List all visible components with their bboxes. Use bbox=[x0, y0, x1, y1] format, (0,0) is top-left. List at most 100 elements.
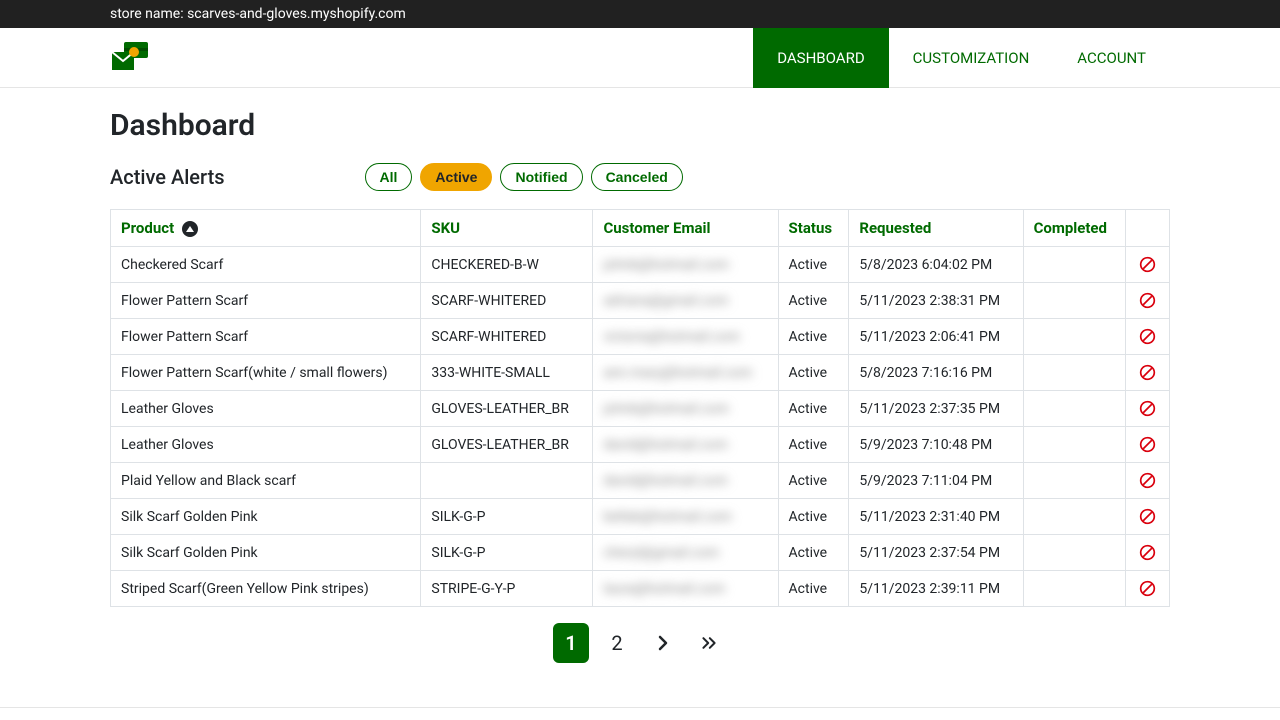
cell-status: Active bbox=[778, 427, 849, 463]
cell-requested: 5/11/2023 2:37:35 PM bbox=[849, 391, 1023, 427]
page-last[interactable] bbox=[691, 623, 727, 663]
app-logo-icon bbox=[110, 40, 150, 76]
page-title: Dashboard bbox=[110, 108, 1170, 143]
pagination: 1 2 bbox=[110, 623, 1170, 663]
cell-sku: GLOVES-LEATHER_BR bbox=[421, 391, 593, 427]
top-bar: store name: scarves-and-gloves.myshopify… bbox=[0, 0, 1280, 28]
table-row: Leather GlovesGLOVES-LEATHER_BRjohnb@hot… bbox=[111, 391, 1170, 427]
table-row: Striped Scarf(Green Yellow Pink stripes)… bbox=[111, 571, 1170, 607]
table-row: Flower Pattern Scarf(white / small flowe… bbox=[111, 355, 1170, 391]
table-row: Flower Pattern ScarfSCARF-WHITEREDadrian… bbox=[111, 283, 1170, 319]
filter-active[interactable]: Active bbox=[420, 163, 492, 191]
cell-requested: 5/11/2023 2:38:31 PM bbox=[849, 283, 1023, 319]
cell-action bbox=[1126, 499, 1170, 535]
cancel-icon[interactable] bbox=[1139, 364, 1156, 381]
page-next[interactable] bbox=[645, 623, 681, 663]
cancel-icon[interactable] bbox=[1139, 292, 1156, 309]
cancel-icon[interactable] bbox=[1139, 436, 1156, 453]
cell-product: Silk Scarf Golden Pink bbox=[111, 499, 421, 535]
cell-sku: STRIPE-G-Y-P bbox=[421, 571, 593, 607]
table-row: Plaid Yellow and Black scarfdavid@hotmai… bbox=[111, 463, 1170, 499]
cell-requested: 5/9/2023 7:10:48 PM bbox=[849, 427, 1023, 463]
filter-canceled[interactable]: Canceled bbox=[591, 163, 683, 191]
cell-completed bbox=[1023, 499, 1126, 535]
cell-product: Leather Gloves bbox=[111, 427, 421, 463]
cell-requested: 5/11/2023 2:39:11 PM bbox=[849, 571, 1023, 607]
main-content: Dashboard Active Alerts All Active Notif… bbox=[0, 88, 1280, 683]
alerts-table: Product SKU Customer Email Status Reques… bbox=[110, 209, 1170, 607]
cell-email: johnb@hotmail.com bbox=[593, 247, 778, 283]
cell-status: Active bbox=[778, 535, 849, 571]
cell-action bbox=[1126, 247, 1170, 283]
cell-sku: SILK-G-P bbox=[421, 499, 593, 535]
filter-notified[interactable]: Notified bbox=[500, 163, 582, 191]
store-name-label: store name: scarves-and-gloves.myshopify… bbox=[110, 6, 406, 22]
table-row: Checkered ScarfCHECKERED-B-Wjohnb@hotmai… bbox=[111, 247, 1170, 283]
nav-account[interactable]: ACCOUNT bbox=[1053, 28, 1170, 88]
cell-email: david@hotmail.com bbox=[593, 463, 778, 499]
main-nav: DASHBOARD CUSTOMIZATION ACCOUNT bbox=[753, 28, 1170, 88]
chevron-right-icon bbox=[655, 635, 671, 651]
cell-product: Checkered Scarf bbox=[111, 247, 421, 283]
nav-dashboard[interactable]: DASHBOARD bbox=[753, 28, 888, 88]
cancel-icon[interactable] bbox=[1139, 328, 1156, 345]
table-row: Silk Scarf Golden PinkSILK-G-Pbellab@hot… bbox=[111, 499, 1170, 535]
filter-all[interactable]: All bbox=[365, 163, 413, 191]
cancel-icon[interactable] bbox=[1139, 256, 1156, 273]
cell-email: adriana@gmail.com bbox=[593, 283, 778, 319]
cancel-icon[interactable] bbox=[1139, 508, 1156, 525]
cell-product: Flower Pattern Scarf(white / small flowe… bbox=[111, 355, 421, 391]
cell-email: ann.mary@hotmail.com bbox=[593, 355, 778, 391]
cell-action bbox=[1126, 571, 1170, 607]
cell-action bbox=[1126, 427, 1170, 463]
cell-action bbox=[1126, 355, 1170, 391]
cell-status: Active bbox=[778, 247, 849, 283]
cell-email: laura@hotmail.com bbox=[593, 571, 778, 607]
cell-completed bbox=[1023, 247, 1126, 283]
cancel-icon[interactable] bbox=[1139, 400, 1156, 417]
filter-group: All Active Notified Canceled bbox=[365, 163, 683, 191]
cell-action bbox=[1126, 283, 1170, 319]
footer-divider bbox=[0, 707, 1280, 708]
cell-status: Active bbox=[778, 319, 849, 355]
cell-email: cheryl@gmail.com bbox=[593, 535, 778, 571]
col-sku[interactable]: SKU bbox=[421, 210, 593, 247]
cell-status: Active bbox=[778, 571, 849, 607]
cell-product: Flower Pattern Scarf bbox=[111, 283, 421, 319]
cell-email: johnb@hotmail.com bbox=[593, 391, 778, 427]
cell-requested: 5/11/2023 2:31:40 PM bbox=[849, 499, 1023, 535]
col-product[interactable]: Product bbox=[111, 210, 421, 247]
header: DASHBOARD CUSTOMIZATION ACCOUNT bbox=[0, 28, 1280, 88]
col-email[interactable]: Customer Email bbox=[593, 210, 778, 247]
page-1[interactable]: 1 bbox=[553, 623, 589, 663]
cell-sku: 333-WHITE-SMALL bbox=[421, 355, 593, 391]
col-status[interactable]: Status bbox=[778, 210, 849, 247]
cell-status: Active bbox=[778, 283, 849, 319]
cancel-icon[interactable] bbox=[1139, 472, 1156, 489]
page-2[interactable]: 2 bbox=[599, 623, 635, 663]
cell-email: bellab@hotmail.com bbox=[593, 499, 778, 535]
cell-status: Active bbox=[778, 499, 849, 535]
cell-action bbox=[1126, 391, 1170, 427]
cell-status: Active bbox=[778, 463, 849, 499]
cell-completed bbox=[1023, 283, 1126, 319]
chevron-double-right-icon bbox=[701, 635, 717, 651]
nav-customization[interactable]: CUSTOMIZATION bbox=[889, 28, 1054, 88]
cell-action bbox=[1126, 535, 1170, 571]
cell-completed bbox=[1023, 463, 1126, 499]
cell-product: Flower Pattern Scarf bbox=[111, 319, 421, 355]
cell-sku: SILK-G-P bbox=[421, 535, 593, 571]
col-completed[interactable]: Completed bbox=[1023, 210, 1126, 247]
cell-sku: CHECKERED-B-W bbox=[421, 247, 593, 283]
cell-requested: 5/9/2023 7:11:04 PM bbox=[849, 463, 1023, 499]
cell-requested: 5/8/2023 6:04:02 PM bbox=[849, 247, 1023, 283]
col-actions bbox=[1126, 210, 1170, 247]
cell-product: Striped Scarf(Green Yellow Pink stripes) bbox=[111, 571, 421, 607]
cell-requested: 5/11/2023 2:06:41 PM bbox=[849, 319, 1023, 355]
cell-sku: GLOVES-LEATHER_BR bbox=[421, 427, 593, 463]
cell-completed bbox=[1023, 355, 1126, 391]
cancel-icon[interactable] bbox=[1139, 580, 1156, 597]
cell-completed bbox=[1023, 427, 1126, 463]
col-requested[interactable]: Requested bbox=[849, 210, 1023, 247]
cancel-icon[interactable] bbox=[1139, 544, 1156, 561]
